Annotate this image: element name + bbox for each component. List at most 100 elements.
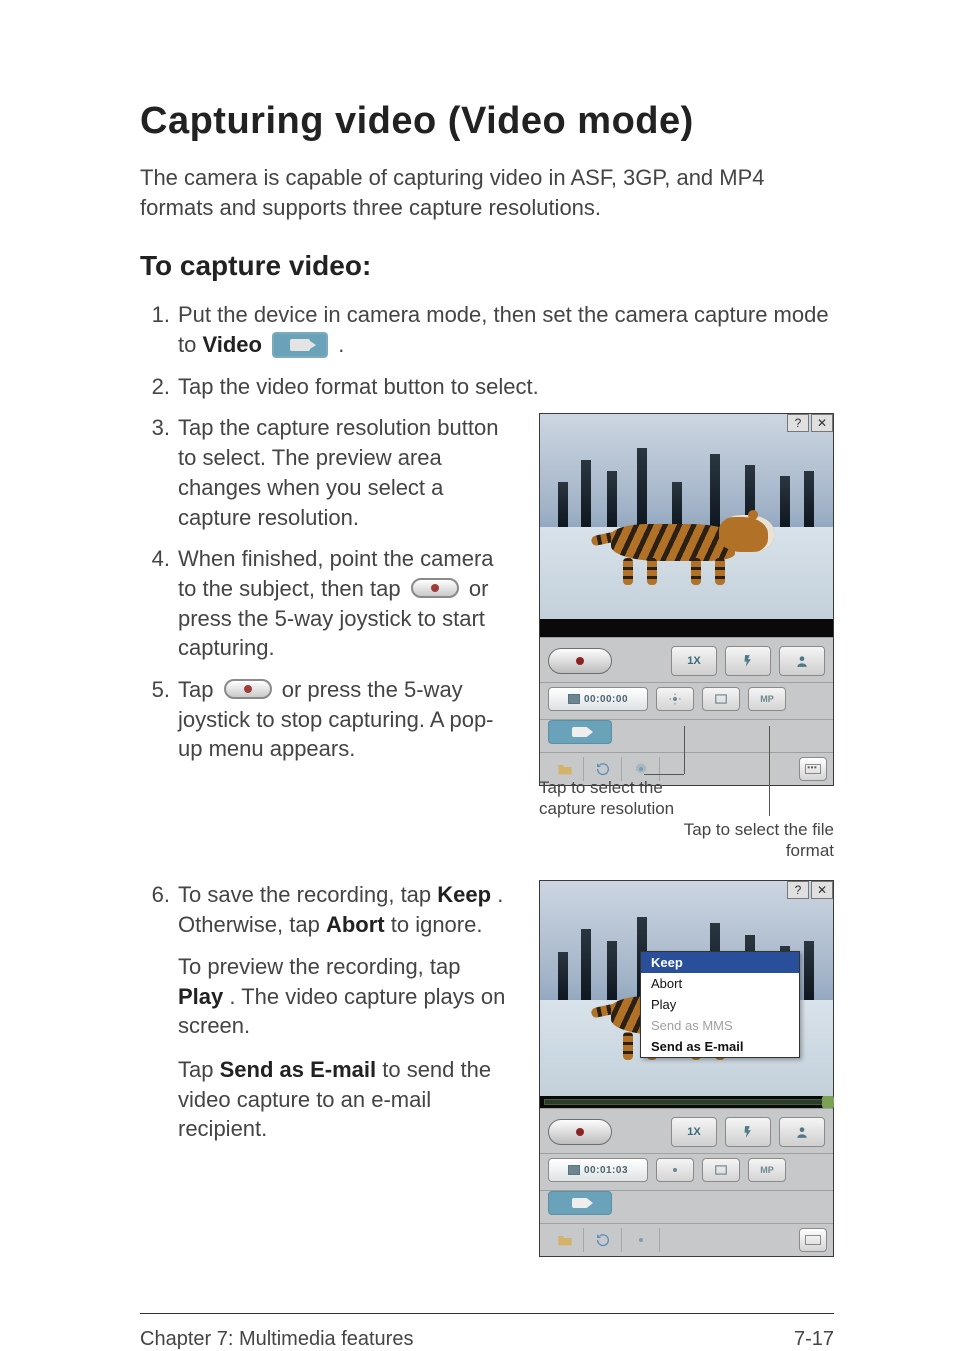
film-icon xyxy=(568,1165,580,1175)
abort-label: Abort xyxy=(326,912,385,937)
step-5: 5. Tap or press the 5-way joystick to st… xyxy=(140,675,509,764)
step-4: 4. When finished, point the camera to th… xyxy=(140,544,509,663)
capture-mode-button[interactable] xyxy=(548,720,612,744)
playback-progress[interactable] xyxy=(540,1096,833,1108)
record-button-icon xyxy=(411,578,459,598)
zoom-button[interactable]: 1X xyxy=(671,1117,717,1147)
flash-icon xyxy=(741,1125,755,1139)
help-button[interactable]: ? xyxy=(787,881,809,899)
softkey-rotate[interactable] xyxy=(584,1228,622,1252)
steps-list-cont: 3. Tap the capture resolution button to … xyxy=(140,413,509,764)
resolution-icon xyxy=(714,1164,728,1176)
camera-panel-row-1: 1X xyxy=(540,637,833,682)
progress-head[interactable] xyxy=(822,1096,834,1108)
camera-screenshot-bottom: ? ✕ Keep Abort Play Send as MMS Send as … xyxy=(539,880,834,1257)
step-number: 1. xyxy=(140,300,170,330)
context-menu: Keep Abort Play Send as MMS Send as E-ma… xyxy=(640,951,800,1058)
page-title: Capturing video (Video mode) xyxy=(140,100,834,143)
person-icon xyxy=(795,1125,809,1139)
record-button[interactable] xyxy=(548,1119,612,1145)
footer-page-number: 7-17 xyxy=(794,1328,834,1351)
camcorder-icon xyxy=(572,1198,588,1208)
keyboard-icon xyxy=(805,1234,821,1246)
step-6-para-3: Tap Send as E-mail to send the video cap… xyxy=(140,1055,509,1144)
capture-mode-button[interactable] xyxy=(548,1191,612,1215)
step-text: Tap xyxy=(178,677,220,702)
zoom-button[interactable]: 1X xyxy=(671,646,717,676)
camera-preview[interactable]: ? ✕ Keep Abort Play Send as MMS Send as … xyxy=(540,881,833,1096)
self-timer-button[interactable] xyxy=(779,646,825,676)
send-email-label: Send as E-mail xyxy=(220,1057,377,1082)
camera-screenshot-top: ? ✕ 1X xyxy=(539,413,834,786)
brightness-button[interactable] xyxy=(656,687,694,711)
letterbox-bar xyxy=(540,619,833,637)
self-timer-button[interactable] xyxy=(779,1117,825,1147)
resolution-button[interactable] xyxy=(702,1158,740,1182)
camcorder-icon xyxy=(572,727,588,737)
menu-item-play[interactable]: Play xyxy=(641,994,799,1015)
step-text: Tap the capture resolution button to sel… xyxy=(178,415,498,529)
sun-icon xyxy=(669,1164,681,1176)
keep-label: Keep xyxy=(437,882,491,907)
close-button[interactable]: ✕ xyxy=(811,414,833,432)
resolution-icon xyxy=(714,693,728,705)
folder-icon xyxy=(557,762,573,776)
record-dot-icon xyxy=(576,657,584,665)
step-1: 1. Put the device in camera mode, then s… xyxy=(140,300,834,359)
step-number: 6. xyxy=(140,880,170,910)
gear-icon xyxy=(633,1232,649,1248)
rotate-icon xyxy=(595,761,611,777)
menu-item-abort[interactable]: Abort xyxy=(641,973,799,994)
help-button[interactable]: ? xyxy=(787,414,809,432)
page-footer: Chapter 7: Multimedia features 7-17 xyxy=(140,1314,834,1351)
brightness-button[interactable] xyxy=(656,1158,694,1182)
video-label: Video xyxy=(202,332,262,357)
timer-value: 00:01:03 xyxy=(584,1165,628,1176)
camera-panel-row-1: 1X xyxy=(540,1108,833,1153)
menu-item-keep[interactable]: Keep xyxy=(641,952,799,973)
step-number: 5. xyxy=(140,675,170,705)
keyboard-icon xyxy=(805,763,821,775)
camera-panel-row-2: 00:01:03 MP xyxy=(540,1153,833,1190)
softkey-folder[interactable] xyxy=(546,1228,584,1252)
person-icon xyxy=(795,654,809,668)
step-text: To save the recording, tap xyxy=(178,882,437,907)
step-6: 6. To save the recording, tap Keep . Oth… xyxy=(140,880,509,939)
video-mode-icon xyxy=(272,332,328,358)
recording-timer: 00:01:03 xyxy=(548,1158,648,1182)
flash-icon xyxy=(741,654,755,668)
step-number: 4. xyxy=(140,544,170,574)
record-dot-icon xyxy=(244,685,252,693)
step-6-para-2: To preview the recording, tap Play . The… xyxy=(140,952,509,1041)
file-format-button[interactable]: MP xyxy=(748,687,786,711)
steps-list: 1. Put the device in camera mode, then s… xyxy=(140,300,834,401)
softkey-keyboard[interactable] xyxy=(799,1228,827,1252)
timer-value: 00:00:00 xyxy=(584,694,628,705)
file-format-button[interactable]: MP xyxy=(748,1158,786,1182)
preview-subject-tiger xyxy=(575,501,774,579)
camera-preview[interactable]: ? ✕ xyxy=(540,414,833,619)
folder-icon xyxy=(557,1233,573,1247)
play-label: Play xyxy=(178,984,223,1009)
film-icon xyxy=(568,694,580,704)
softkey-bar xyxy=(540,1223,833,1256)
close-button[interactable]: ✕ xyxy=(811,881,833,899)
resolution-button[interactable] xyxy=(702,687,740,711)
record-dot-icon xyxy=(576,1128,584,1136)
record-button[interactable] xyxy=(548,648,612,674)
step-2: 2. Tap the video format button to select… xyxy=(140,372,834,402)
step-number: 2. xyxy=(140,372,170,402)
camera-panel-row-2: 00:00:00 MP xyxy=(540,682,833,719)
camera-panel-row-3 xyxy=(540,719,833,752)
record-dot-icon xyxy=(431,584,439,592)
softkey-settings[interactable] xyxy=(622,1228,660,1252)
screenshot-callouts: Tap to select the capture resolution Tap… xyxy=(539,786,834,876)
sun-icon xyxy=(669,693,681,705)
menu-item-send-email[interactable]: Send as E-mail xyxy=(641,1036,799,1057)
step-text: Tap the video format button to select. xyxy=(178,374,539,399)
softkey-keyboard[interactable] xyxy=(799,757,827,781)
callout-resolution: Tap to select the capture resolution xyxy=(539,778,689,819)
flash-button[interactable] xyxy=(725,646,771,676)
flash-button[interactable] xyxy=(725,1117,771,1147)
rotate-icon xyxy=(595,1232,611,1248)
